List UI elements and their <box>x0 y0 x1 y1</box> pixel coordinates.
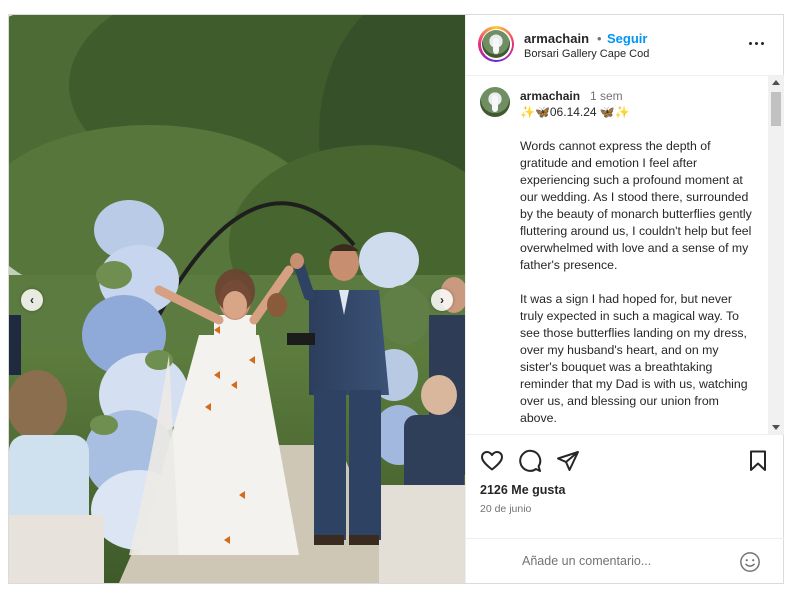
separator-dot: • <box>597 31 602 46</box>
caption-text: Words cannot express the depth of gratit… <box>520 138 754 434</box>
follow-button[interactable]: Seguir <box>607 31 647 46</box>
scroll-thumb[interactable] <box>771 92 781 126</box>
send-icon[interactable] <box>556 449 580 473</box>
post-date[interactable]: 20 de junio <box>480 503 531 515</box>
author-username[interactable]: armachain <box>524 31 589 46</box>
post-actions: 2126 Me gusta 20 de junio <box>466 434 784 585</box>
comment-box <box>466 538 784 585</box>
avatar <box>482 30 510 58</box>
scroll-down-arrow[interactable] <box>772 425 780 430</box>
caption-paragraph: It was a sign I had hoped for, but never… <box>520 292 748 425</box>
comment-icon[interactable] <box>518 449 542 473</box>
location-link[interactable]: Borsari Gallery Cape Cod <box>524 48 649 60</box>
caption-paragraph: Words cannot express the depth of gratit… <box>520 139 752 272</box>
post-dialog: ‹ › armachain • Seguir Borsari Gallery C… <box>8 14 784 584</box>
caption-emoji-line: ✨🦋06.14.24 🦋✨ <box>520 105 630 119</box>
bookmark-icon[interactable] <box>746 449 770 473</box>
more-icon[interactable] <box>749 35 769 51</box>
caption-username[interactable]: armachain <box>520 89 580 103</box>
caption-scrollbar[interactable] <box>768 76 784 434</box>
wedding-photo-illustration <box>9 15 465 583</box>
scroll-up-arrow[interactable] <box>772 80 780 85</box>
smile-icon[interactable] <box>739 551 761 573</box>
chevron-left-icon: ‹ <box>30 293 34 307</box>
like-count[interactable]: 2126 Me gusta <box>480 483 565 497</box>
post-side-panel: armachain • Seguir Borsari Gallery Cape … <box>465 15 784 583</box>
avatar[interactable] <box>480 87 510 117</box>
heart-icon[interactable] <box>480 449 504 473</box>
post-time[interactable]: 1 sem <box>590 89 623 103</box>
author-avatar-story-ring[interactable] <box>478 26 514 62</box>
previous-photo-button[interactable]: ‹ <box>21 289 43 311</box>
chevron-right-icon: › <box>440 293 444 307</box>
next-photo-button[interactable]: › <box>431 289 453 311</box>
post-photo[interactable]: ‹ › <box>9 15 465 583</box>
comment-input[interactable] <box>522 551 732 571</box>
caption-area[interactable]: armachain 1 sem ✨🦋06.14.24 🦋✨ Words cann… <box>466 76 784 434</box>
post-header: armachain • Seguir Borsari Gallery Cape … <box>466 15 784 76</box>
